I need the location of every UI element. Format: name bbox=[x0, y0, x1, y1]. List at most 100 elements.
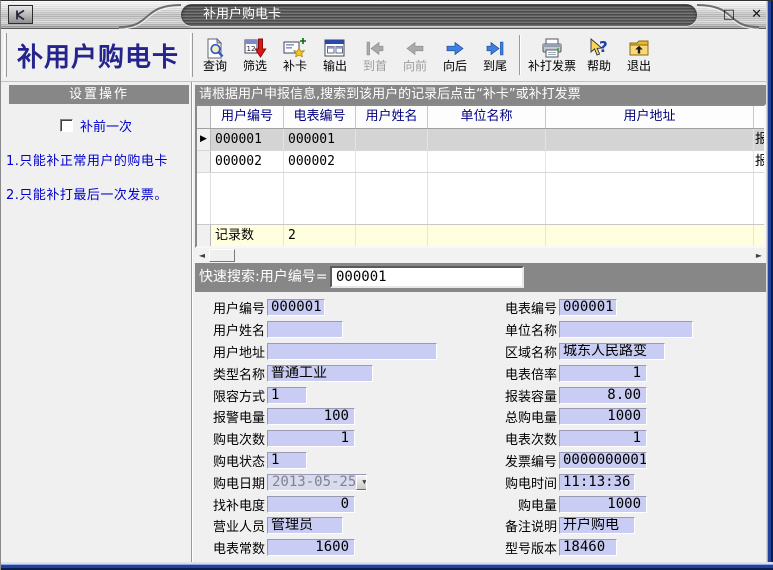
checkbox-row-reissue-previous[interactable]: 补前一次 bbox=[1, 116, 191, 135]
table-row[interactable]: ▶000001000001报 bbox=[197, 129, 764, 151]
toolbar-button-reissue-card[interactable]: 补卡 bbox=[275, 36, 315, 74]
scroll-right-icon[interactable]: ► bbox=[752, 251, 766, 260]
toolbar-button-label: 查询 bbox=[203, 59, 227, 74]
form-row-limit-mode: 限容方式1 bbox=[213, 384, 437, 406]
meter-ratio-field[interactable]: 1 bbox=[559, 365, 647, 382]
purchase-time-field[interactable]: 11:13:36 bbox=[559, 474, 635, 491]
field-label: 报警电量 bbox=[213, 407, 265, 426]
meter-id-field[interactable]: 000001 bbox=[559, 299, 617, 316]
grid-line bbox=[283, 173, 284, 224]
close-button[interactable]: ✕ bbox=[751, 6, 762, 24]
table-cell bbox=[356, 129, 428, 150]
limit-mode-field[interactable]: 1 bbox=[267, 387, 307, 404]
toolbar-button-filter[interactable]: 12筛选 bbox=[235, 36, 275, 74]
column-header[interactable]: 单位名称 bbox=[428, 106, 546, 128]
titlebar: 补用户购电卡 □ ✕ bbox=[1, 1, 773, 29]
field-label: 用户地址 bbox=[213, 342, 265, 361]
field-label: 电表常数 bbox=[213, 538, 265, 557]
adjust-energy-field[interactable]: 0 bbox=[267, 496, 355, 513]
field-label: 购电次数 bbox=[213, 429, 265, 448]
toolbar-button-go-next[interactable]: 向后 bbox=[435, 36, 475, 74]
card-add-icon bbox=[283, 38, 307, 59]
operator-field[interactable]: 管理员 bbox=[267, 517, 343, 534]
toolbar-button-go-last[interactable]: 到尾 bbox=[475, 36, 515, 74]
table-cell: 000002 bbox=[211, 151, 284, 172]
form-row-purchase-state: 购电状态1 bbox=[213, 450, 437, 472]
table-row[interactable]: 000002000002报 bbox=[197, 151, 764, 173]
form-row-install-cap: 报装容量8.00 bbox=[495, 384, 693, 406]
purchase-count-field[interactable]: 1 bbox=[267, 430, 355, 447]
scrollbar-thumb[interactable] bbox=[209, 249, 235, 262]
meter-constant-field[interactable]: 1600 bbox=[267, 539, 355, 556]
column-header[interactable]: 电表编号 bbox=[284, 106, 356, 128]
remark-field[interactable]: 开户购电 bbox=[559, 517, 635, 534]
toolbar-button-export[interactable]: 输出 bbox=[315, 36, 355, 74]
form-row-invoice-no: 发票编号0000000001 bbox=[495, 450, 693, 472]
reissue-previous-checkbox[interactable] bbox=[60, 119, 73, 132]
table-cell: 报 bbox=[754, 129, 764, 150]
table-cell: 报 bbox=[754, 151, 764, 172]
record-count-value: 2 bbox=[284, 225, 356, 246]
column-header[interactable]: 用户姓名 bbox=[356, 106, 428, 128]
horizontal-scrollbar[interactable]: ◄ ► bbox=[195, 248, 766, 263]
instruction-bar: 请根据用户申报信息,搜索到该用户的记录后点击“补卡”或补打发票 bbox=[195, 85, 767, 104]
filter-calendar-icon: 12 bbox=[243, 38, 267, 59]
dropdown-arrow-icon[interactable]: ▼ bbox=[356, 475, 367, 490]
purchase-date-field[interactable]: 2013-05-25▼ bbox=[267, 474, 367, 491]
invoice-no-field[interactable]: 0000000001 bbox=[559, 452, 647, 469]
table-footer-row: 记录数2 bbox=[197, 224, 764, 246]
field-label: 用户姓名 bbox=[213, 320, 265, 339]
table-cell bbox=[428, 151, 546, 172]
user-name-field[interactable] bbox=[267, 321, 343, 338]
purchase-qty-field[interactable]: 1000 bbox=[559, 496, 647, 513]
alarm-energy-field[interactable]: 100 bbox=[267, 408, 355, 425]
form-column-right: 电表编号000001单位名称区域名称城东人民路变电表倍率1报装容量8.00总购电… bbox=[495, 297, 693, 559]
window-title: 补用户购电卡 bbox=[181, 4, 697, 26]
field-label: 发票编号 bbox=[495, 451, 557, 470]
total-energy-field[interactable]: 1000 bbox=[559, 408, 647, 425]
toolbar-button-label: 向前 bbox=[403, 59, 427, 74]
prev-arrow-icon bbox=[403, 38, 427, 59]
quick-search-input[interactable] bbox=[330, 266, 524, 288]
field-label: 电表编号 bbox=[495, 298, 557, 317]
toolbar-button-help[interactable]: ?帮助 bbox=[579, 36, 619, 74]
user-id-field[interactable]: 000001 bbox=[267, 299, 325, 316]
export-window-icon bbox=[323, 38, 347, 59]
toolbar-button-go-prev: 向前 bbox=[395, 36, 435, 74]
form-row-meter-count: 电表次数1 bbox=[495, 428, 693, 450]
form-row-purchase-time: 购电时间11:13:36 bbox=[495, 471, 693, 493]
meter-count-field[interactable]: 1 bbox=[559, 430, 647, 447]
grid-line bbox=[355, 173, 356, 224]
table-body: ▶000001000001报000002000002报 bbox=[197, 129, 764, 173]
toolbar-button-label: 筛选 bbox=[243, 59, 267, 74]
row-selector-header bbox=[197, 106, 211, 128]
toolbar-button-query[interactable]: 查询 bbox=[195, 36, 235, 74]
model-version-field[interactable]: 18460 bbox=[559, 539, 617, 556]
record-count-label: 记录数 bbox=[211, 225, 284, 246]
install-cap-field[interactable]: 8.00 bbox=[559, 387, 647, 404]
field-label: 找补电度 bbox=[213, 495, 265, 514]
field-label: 区域名称 bbox=[495, 342, 557, 361]
field-label: 购电状态 bbox=[213, 451, 265, 470]
user-address-field[interactable] bbox=[267, 343, 437, 360]
field-label: 购电日期 bbox=[213, 473, 265, 492]
toolbar-button-exit[interactable]: 退出 bbox=[619, 36, 659, 74]
sidebar-header: 设置操作 bbox=[9, 85, 189, 104]
maximize-button[interactable]: □ bbox=[723, 6, 735, 24]
column-header[interactable]: 用户地址 bbox=[546, 106, 754, 128]
purchase-state-field[interactable]: 1 bbox=[267, 452, 307, 469]
toolbar-grip bbox=[190, 33, 193, 77]
app-logo-icon bbox=[8, 5, 33, 24]
type-name-field[interactable]: 普通工业 bbox=[267, 365, 373, 382]
column-header[interactable]: 用户编号 bbox=[211, 106, 284, 128]
sidebar-note-2: 2.只能补打最后一次发票。 bbox=[6, 184, 191, 203]
toolbar-button-go-first: 到首 bbox=[355, 36, 395, 74]
main-panel: 请根据用户申报信息,搜索到该用户的记录后点击“补卡”或补打发票 用户编号电表编号… bbox=[192, 82, 767, 562]
form-row-purchase-qty: 购电量1000 bbox=[495, 493, 693, 515]
area-name-field[interactable]: 城东人民路变 bbox=[559, 343, 665, 360]
toolbar-button-reprint-invoice[interactable]: 补打发票 bbox=[525, 36, 579, 74]
column-header[interactable] bbox=[754, 106, 764, 128]
form-row-total-energy: 总购电量1000 bbox=[495, 406, 693, 428]
scroll-left-icon[interactable]: ◄ bbox=[195, 251, 209, 260]
unit-name-field[interactable] bbox=[559, 321, 693, 338]
